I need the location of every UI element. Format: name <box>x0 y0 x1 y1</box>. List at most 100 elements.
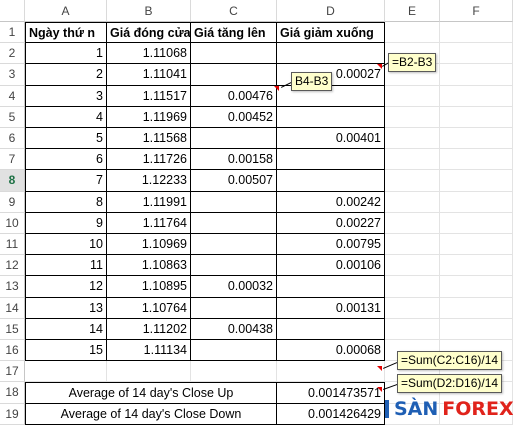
cell[interactable] <box>277 361 385 383</box>
table-cell-n[interactable]: 14 <box>25 318 107 340</box>
table-cell-up[interactable] <box>191 340 277 362</box>
table-cell-down[interactable]: 0.00106 <box>277 255 385 277</box>
table-cell-up[interactable] <box>191 297 277 319</box>
table-cell-close[interactable]: 1.10863 <box>107 255 191 277</box>
table-cell-down[interactable]: 0.00242 <box>277 191 385 213</box>
table-cell-n[interactable]: 7 <box>25 170 107 192</box>
column-header-a[interactable]: A <box>25 0 107 22</box>
header-cell[interactable]: Giá giảm xuống <box>277 22 385 44</box>
table-cell-down[interactable]: 0.00401 <box>277 128 385 150</box>
cell[interactable] <box>440 191 513 213</box>
row-header[interactable]: 2 <box>0 43 25 65</box>
table-cell-close[interactable]: 1.10969 <box>107 234 191 256</box>
column-header-d[interactable]: D <box>277 0 385 22</box>
table-cell-close[interactable]: 1.11726 <box>107 149 191 171</box>
table-cell-close[interactable]: 1.10895 <box>107 276 191 298</box>
row-header[interactable]: 9 <box>0 191 25 213</box>
table-cell-down[interactable] <box>277 149 385 171</box>
summary-value[interactable]: 0.001473571 <box>277 382 385 404</box>
cell[interactable] <box>385 170 440 192</box>
row-header[interactable]: 10 <box>0 212 25 234</box>
row-header[interactable]: 15 <box>0 318 25 340</box>
cell[interactable] <box>191 361 277 383</box>
table-cell-close[interactable]: 1.11068 <box>107 43 191 65</box>
cell[interactable] <box>440 170 513 192</box>
cell[interactable] <box>385 234 440 256</box>
cell[interactable] <box>440 255 513 277</box>
table-cell-close[interactable]: 1.11991 <box>107 191 191 213</box>
table-cell-up[interactable]: 0.00507 <box>191 170 277 192</box>
table-cell-down[interactable] <box>277 318 385 340</box>
cell[interactable] <box>385 297 440 319</box>
row-header[interactable]: 5 <box>0 106 25 128</box>
row-header[interactable]: 8 <box>0 170 25 192</box>
table-cell-up[interactable] <box>191 255 277 277</box>
table-cell-up[interactable] <box>191 212 277 234</box>
header-cell[interactable]: Giá đóng cửa <box>107 22 191 44</box>
row-header[interactable]: 12 <box>0 255 25 277</box>
row-header[interactable]: 16 <box>0 340 25 362</box>
table-cell-n[interactable]: 5 <box>25 128 107 150</box>
header-cell[interactable]: Giá tăng lên <box>191 22 277 44</box>
row-header[interactable]: 7 <box>0 149 25 171</box>
table-cell-n[interactable]: 1 <box>25 43 107 65</box>
table-cell-n[interactable]: 6 <box>25 149 107 171</box>
table-cell-up[interactable] <box>191 234 277 256</box>
cell[interactable] <box>385 106 440 128</box>
cell[interactable] <box>385 191 440 213</box>
row-header[interactable]: 19 <box>0 403 25 425</box>
cell[interactable] <box>440 297 513 319</box>
cell[interactable] <box>440 128 513 150</box>
cell[interactable] <box>385 22 440 44</box>
cell[interactable] <box>385 149 440 171</box>
row-header[interactable]: 1 <box>0 22 25 44</box>
table-cell-down[interactable]: 0.00795 <box>277 234 385 256</box>
table-cell-close[interactable]: 1.11568 <box>107 128 191 150</box>
row-header[interactable]: 14 <box>0 297 25 319</box>
cell[interactable] <box>440 234 513 256</box>
table-cell-up[interactable]: 0.00158 <box>191 149 277 171</box>
row-header[interactable]: 3 <box>0 64 25 86</box>
table-cell-down[interactable] <box>277 276 385 298</box>
table-cell-up[interactable]: 0.00476 <box>191 85 277 107</box>
table-cell-n[interactable]: 13 <box>25 297 107 319</box>
cell[interactable] <box>107 361 191 383</box>
table-cell-down[interactable] <box>277 106 385 128</box>
cell[interactable] <box>440 43 513 65</box>
table-cell-close[interactable]: 1.11202 <box>107 318 191 340</box>
column-header-c[interactable]: C <box>191 0 277 22</box>
cell[interactable] <box>385 255 440 277</box>
column-header-e[interactable]: E <box>385 0 440 22</box>
table-cell-up[interactable]: 0.00438 <box>191 318 277 340</box>
cell[interactable] <box>440 85 513 107</box>
row-header[interactable]: 18 <box>0 382 25 404</box>
table-cell-down[interactable] <box>277 43 385 65</box>
table-cell-down[interactable]: 0.00131 <box>277 297 385 319</box>
select-all-corner[interactable] <box>0 0 25 22</box>
cell[interactable] <box>385 212 440 234</box>
table-cell-up[interactable]: 0.00452 <box>191 106 277 128</box>
table-cell-up[interactable] <box>191 64 277 86</box>
cell[interactable] <box>385 318 440 340</box>
table-cell-down[interactable]: 0.00068 <box>277 340 385 362</box>
row-header[interactable]: 13 <box>0 276 25 298</box>
row-header[interactable]: 6 <box>0 128 25 150</box>
table-cell-n[interactable]: 11 <box>25 255 107 277</box>
table-cell-close[interactable]: 1.12233 <box>107 170 191 192</box>
table-cell-n[interactable]: 3 <box>25 85 107 107</box>
table-cell-n[interactable]: 9 <box>25 212 107 234</box>
table-cell-up[interactable] <box>191 43 277 65</box>
table-cell-n[interactable]: 12 <box>25 276 107 298</box>
table-cell-close[interactable]: 1.11041 <box>107 64 191 86</box>
table-cell-close[interactable]: 1.11134 <box>107 340 191 362</box>
cell[interactable] <box>25 361 107 383</box>
table-cell-down[interactable]: 0.00227 <box>277 212 385 234</box>
table-cell-up[interactable] <box>191 128 277 150</box>
table-cell-n[interactable]: 8 <box>25 191 107 213</box>
cell[interactable] <box>440 64 513 86</box>
summary-value[interactable]: 0.001426429 <box>277 403 385 425</box>
cell[interactable] <box>385 128 440 150</box>
table-cell-n[interactable]: 10 <box>25 234 107 256</box>
summary-label[interactable]: Average of 14 day's Close Up <box>25 382 277 404</box>
column-header-f[interactable]: F <box>440 0 513 22</box>
